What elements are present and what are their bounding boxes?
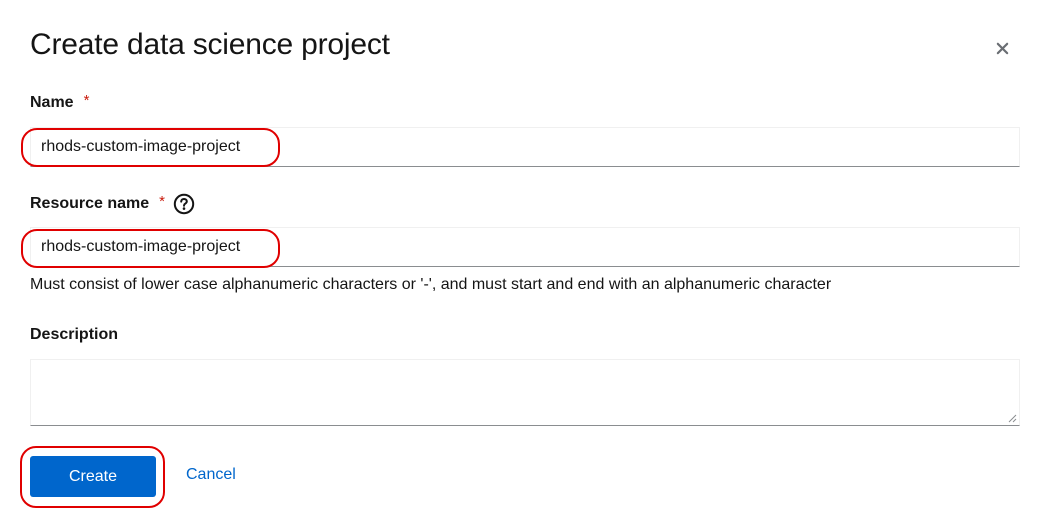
resource-name-label-group: Resource name * (30, 193, 195, 215)
question-circle-icon[interactable] (173, 193, 195, 215)
description-label-group: Description (30, 326, 118, 344)
resource-name-helper-text: Must consist of lower case alphanumeric … (30, 276, 832, 293)
create-project-modal: Create data science project Name * rhods… (0, 0, 1048, 527)
name-label: Name (30, 94, 74, 111)
name-label-group: Name * (30, 91, 90, 112)
name-input[interactable]: rhods-custom-image-project (30, 127, 1020, 167)
resource-name-label: Resource name (30, 195, 150, 212)
name-input-value: rhods-custom-image-project (41, 138, 241, 155)
resize-handle-icon[interactable] (1008, 414, 1017, 423)
close-icon (996, 42, 1008, 54)
resource-name-required-marker: * (159, 192, 166, 210)
resource-name-input-value: rhods-custom-image-project (41, 238, 241, 255)
description-label: Description (30, 326, 119, 343)
modal-title: Create data science project (30, 28, 390, 61)
resource-name-input[interactable]: rhods-custom-image-project (30, 227, 1020, 267)
create-button[interactable]: Create (30, 456, 156, 497)
close-button[interactable] (990, 36, 1014, 60)
description-textarea[interactable] (30, 359, 1020, 426)
cancel-button[interactable]: Cancel (186, 466, 236, 484)
name-required-marker: * (83, 91, 90, 109)
